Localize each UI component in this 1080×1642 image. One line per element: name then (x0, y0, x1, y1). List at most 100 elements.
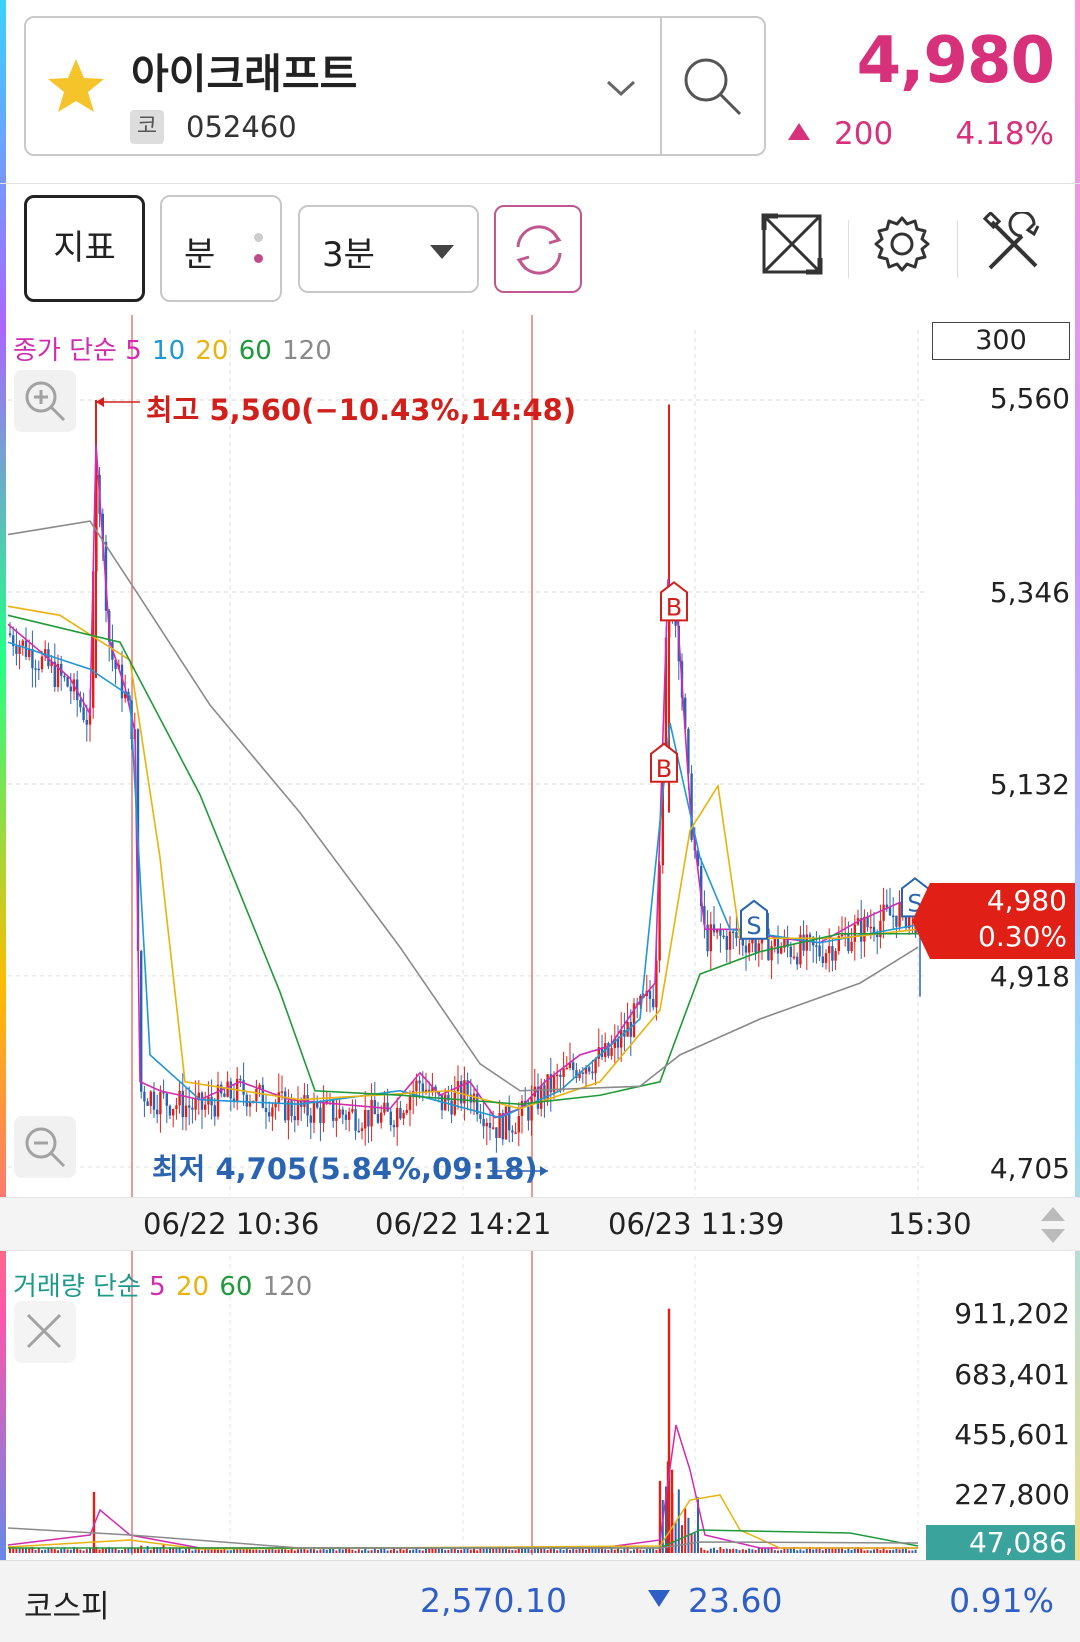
low-annotation: 최저 4,705(5.84%,09:18) (152, 1152, 538, 1186)
volume-bar (415, 1548, 418, 1553)
volume-bar (719, 1546, 722, 1553)
current-price-tag: 4,980 0.30% (912, 883, 1075, 959)
volume-bar (482, 1548, 485, 1553)
volume-bar (405, 1548, 408, 1553)
candle-body (354, 1109, 357, 1131)
volume-bar (741, 1549, 744, 1553)
candle-body (402, 1112, 405, 1119)
candle-body (834, 951, 837, 961)
volume-bar (610, 1548, 613, 1553)
candle-body (15, 645, 18, 654)
volume-bar (706, 1550, 709, 1553)
volume-bar (377, 1550, 379, 1553)
candle-body (780, 947, 783, 954)
candle-body (776, 937, 780, 954)
volume-bar (284, 1549, 287, 1553)
candle-count-box[interactable]: 300 (932, 322, 1070, 360)
volume-bar (514, 1550, 517, 1553)
volume-bar (447, 1549, 450, 1553)
volume-bar (825, 1548, 827, 1553)
volume-bar (162, 1545, 165, 1553)
candle-body (789, 946, 792, 957)
volume-bar (37, 1548, 40, 1553)
volume-bar (319, 1549, 322, 1553)
candle-body (351, 1109, 354, 1112)
candle-body (85, 719, 88, 725)
candle-body (280, 1091, 284, 1093)
candle-body (796, 956, 799, 965)
candle-body (293, 1116, 296, 1121)
candle-body (191, 1107, 194, 1110)
volume-bar (258, 1549, 261, 1553)
x-tick-label: 06/22 10:36 (143, 1207, 320, 1241)
current-price-tag-value: 4,980 (986, 884, 1067, 917)
volume-bar (617, 1548, 619, 1553)
candle-body (306, 1095, 309, 1116)
candle-body (888, 907, 892, 916)
candle-body (882, 904, 885, 921)
volume-bar (898, 1549, 901, 1553)
volume-bar (751, 1549, 754, 1553)
volume-bar (306, 1549, 309, 1553)
volume-bar (418, 1549, 421, 1553)
volume-bar (226, 1550, 229, 1553)
volume-bar (437, 1548, 440, 1553)
volume-bar (66, 1549, 69, 1553)
candle-body (876, 934, 879, 938)
zoom-in-button[interactable] (14, 370, 76, 432)
volume-bar (828, 1548, 831, 1553)
volume-bar (633, 1549, 635, 1553)
volume-bar (684, 1508, 687, 1553)
candle-body (31, 649, 34, 669)
candle-body (610, 1048, 613, 1056)
index-change-percent: 0.91% (949, 1581, 1054, 1620)
volume-bar (268, 1549, 271, 1553)
volume-bar (428, 1548, 431, 1553)
candle-body (728, 931, 732, 950)
candle-body (418, 1080, 421, 1084)
candle-body (895, 915, 898, 927)
zoom-out-button[interactable] (14, 1116, 76, 1178)
candle-body (514, 1132, 517, 1134)
volume-bar (546, 1550, 549, 1553)
candle-body (828, 946, 831, 954)
candle-body (748, 943, 751, 953)
ma-legend-60: 60 (238, 336, 272, 366)
x-tick-label: 06/23 11:39 (608, 1207, 785, 1241)
volume-bar (117, 1550, 120, 1553)
scroll-updown-icon[interactable] (1038, 1205, 1068, 1245)
signal-badge-label: B (666, 593, 682, 621)
candle-body (860, 918, 863, 942)
ma-legend-prefix: 종가 단순 (13, 336, 117, 366)
candle-body (175, 1105, 178, 1110)
volume-bar (69, 1549, 72, 1553)
volume-bar (738, 1550, 741, 1553)
close-volume-button[interactable] (14, 1301, 76, 1363)
candle-body (40, 656, 44, 670)
candle-body (805, 934, 808, 951)
candle-body (421, 1083, 424, 1093)
candle-body (808, 934, 812, 938)
volume-bar (677, 1489, 680, 1553)
candle-body (815, 945, 818, 947)
index-ticker-bar[interactable]: 코스피 2,570.10 23.60 0.91% (0, 1560, 1080, 1642)
volume-bar (367, 1550, 370, 1553)
volume-bar (239, 1549, 242, 1553)
volume-legend-60: 60 (219, 1272, 253, 1302)
volume-bar (498, 1548, 501, 1553)
volume-bar (373, 1548, 376, 1553)
candle-body (898, 902, 901, 927)
volume-bar (485, 1548, 488, 1553)
volume-bar (60, 1548, 63, 1553)
candle-body (556, 1074, 559, 1077)
volume-bar (201, 1550, 203, 1553)
volume-bar (670, 1469, 674, 1553)
candle-body (648, 990, 652, 999)
candle-body (565, 1067, 568, 1070)
candle-body (28, 649, 31, 657)
price-chart[interactable]: BBSS (0, 0, 1080, 1560)
volume-bar (101, 1548, 104, 1553)
volume-legend-prefix: 거래량 단순 (13, 1272, 141, 1302)
volume-bar (146, 1546, 149, 1553)
signal-badge-label: B (656, 755, 672, 783)
